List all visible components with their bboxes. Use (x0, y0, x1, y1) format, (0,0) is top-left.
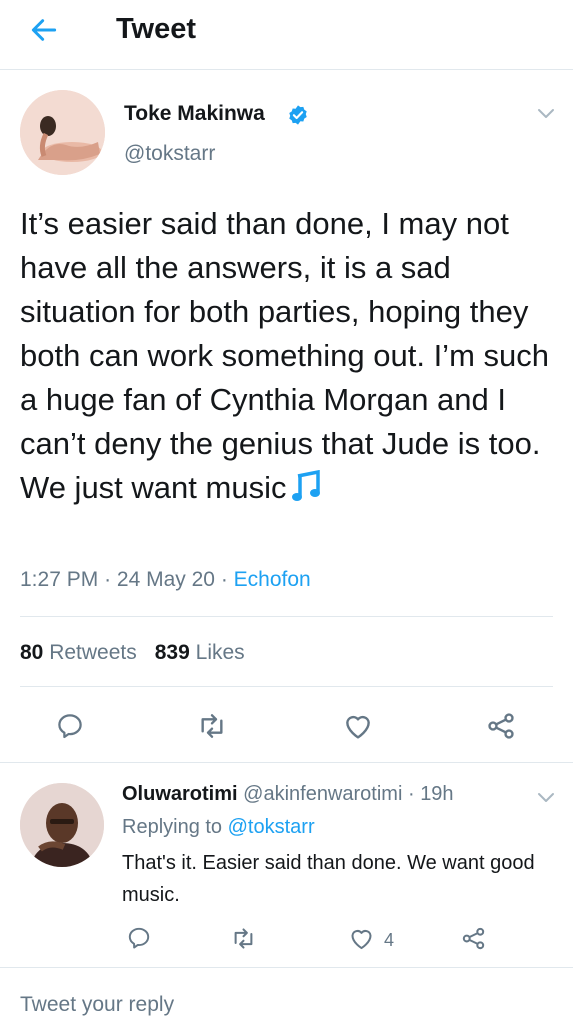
like-button[interactable] (340, 708, 376, 744)
reply-retweet-button[interactable] (228, 923, 258, 953)
tweet-time: 1:27 PM (20, 568, 99, 591)
reply-author-name[interactable]: Oluwarotimi (122, 783, 238, 805)
tweet-body: It’s easier said than done, I may not ha… (20, 206, 549, 505)
reply-icon (58, 714, 82, 739)
replying-handle-link[interactable]: @tokstarr (228, 816, 315, 838)
reply-meta-separator: · (407, 783, 415, 805)
tweet-text: It’s easier said than done, I may not ha… (20, 202, 560, 514)
reply-author: Oluwarotimi @akinfenwarotimi · 19h (122, 781, 454, 807)
divider (0, 762, 573, 763)
reply-time: 19h (420, 783, 454, 805)
reply-author-handle[interactable]: @akinfenwarotimi (243, 783, 402, 805)
meta-separator: · (220, 568, 228, 591)
author-name[interactable]: Toke Makinwa (124, 101, 265, 127)
share-icon (462, 927, 484, 949)
author-handle[interactable]: @tokstarr (124, 141, 215, 167)
reply-text: That's it. Easier said than done. We wan… (122, 852, 535, 906)
heart-icon (350, 929, 372, 949)
reply-like-button[interactable] (346, 923, 376, 953)
reply-button[interactable] (52, 708, 88, 744)
replying-to: Replying to @tokstarr (122, 814, 315, 840)
page-title: Tweet (116, 13, 197, 45)
retweet-icon (234, 927, 252, 949)
musical-note-icon (292, 469, 322, 514)
likes-stat[interactable]: 839 Likes (155, 641, 245, 664)
heart-icon (346, 715, 370, 739)
tweet-menu-button[interactable] (536, 106, 556, 125)
tweet-source-link[interactable]: Echofon (234, 568, 311, 591)
verified-badge-icon (287, 104, 309, 131)
replying-prefix: Replying to (122, 816, 223, 838)
top-bar: Tweet (0, 0, 573, 70)
reply-avatar[interactable] (20, 783, 104, 867)
back-button[interactable] (26, 12, 62, 48)
share-button[interactable] (483, 708, 519, 744)
arrow-left-icon (31, 19, 57, 41)
likes-count: 839 (154, 641, 190, 664)
retweets-stat[interactable]: 80 Retweets (20, 641, 137, 664)
reply-icon (128, 927, 150, 949)
reply-share-button[interactable] (458, 923, 488, 953)
retweets-label: Retweets (49, 641, 137, 664)
share-icon (488, 713, 514, 739)
tweet-date: 24 May 20 (116, 568, 215, 591)
reply-like-count: 4 (384, 930, 395, 950)
reply-menu-button[interactable] (536, 790, 556, 809)
tweet-meta: 1:27 PM · 24 May 20 · Echofon (20, 567, 311, 593)
chevron-down-icon (538, 793, 554, 802)
reply-compose-input[interactable]: Tweet your reply (20, 992, 174, 1018)
divider (20, 616, 553, 617)
meta-separator: · (104, 568, 112, 591)
chevron-down-icon (538, 109, 554, 118)
retweets-count: 80 (20, 641, 44, 664)
divider (0, 967, 573, 968)
divider (20, 686, 553, 687)
reply-reply-button[interactable] (124, 923, 154, 953)
likes-label: Likes (195, 641, 245, 664)
retweet-icon (201, 714, 223, 738)
tweet-stats: 80 Retweets 839 Likes (20, 640, 245, 666)
retweet-button[interactable] (194, 708, 230, 744)
author-avatar[interactable] (20, 90, 105, 175)
